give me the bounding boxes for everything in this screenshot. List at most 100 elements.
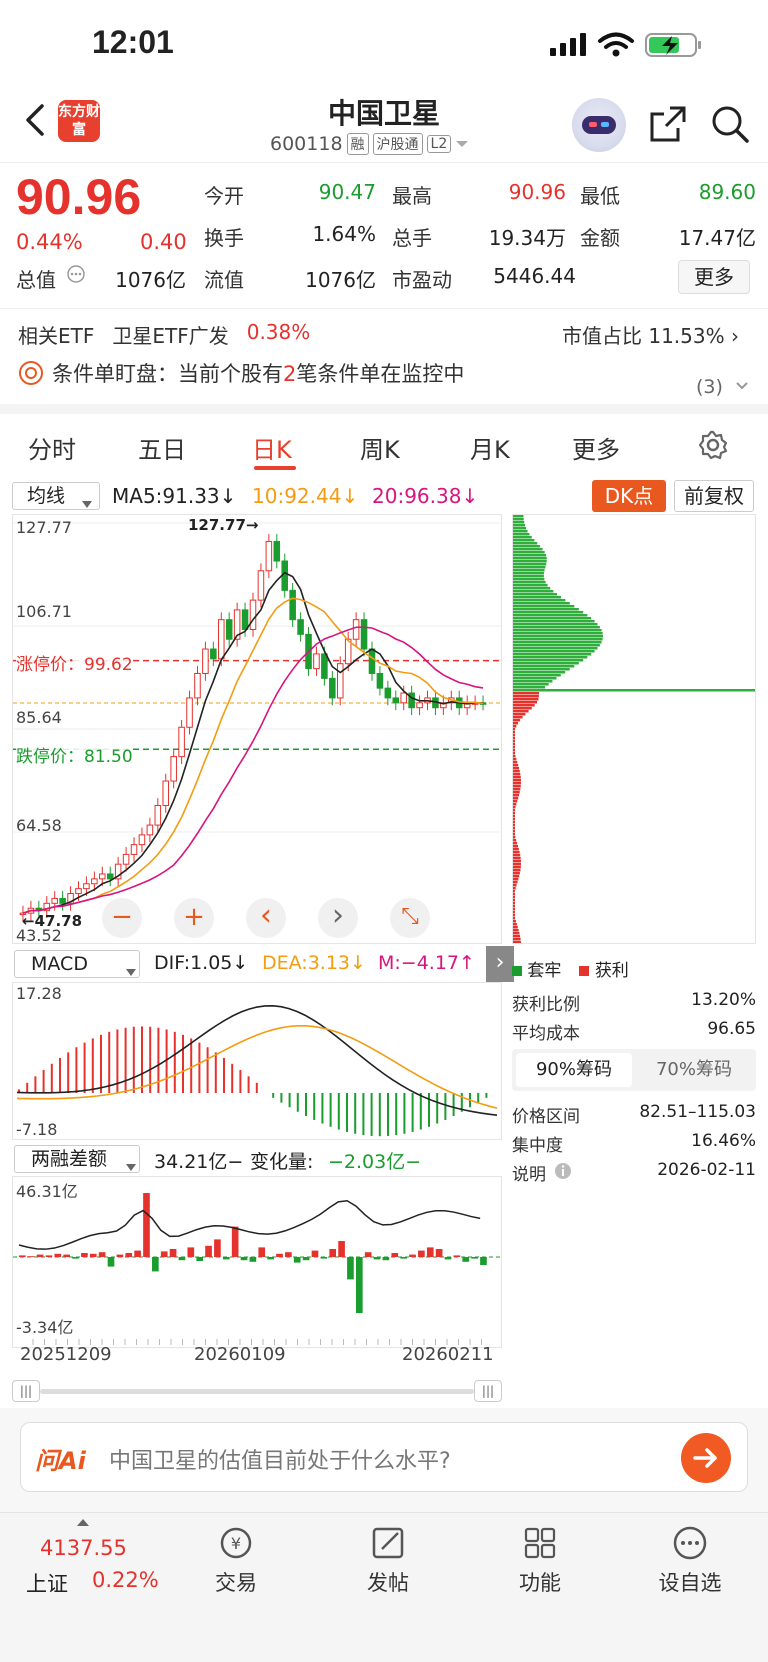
zoom-out-button[interactable]: − xyxy=(102,898,142,938)
chip-bar xyxy=(513,563,547,566)
margin-bar xyxy=(249,1257,257,1262)
ai-placeholder[interactable]: 中国卫星的估值目前处于什么水平? xyxy=(109,1443,451,1475)
search-icon[interactable] xyxy=(710,104,750,148)
ai-send-button[interactable] xyxy=(681,1433,731,1483)
margin-select[interactable]: 两融差额 xyxy=(14,1145,140,1173)
chip-bar xyxy=(513,773,521,776)
index-value[interactable]: 4137.55 xyxy=(40,1536,127,1560)
fullscreen-button[interactable]: ⤡ xyxy=(390,898,430,938)
chip-bar xyxy=(513,659,584,662)
chip-bar xyxy=(513,926,518,929)
ai-ask-bar[interactable]: 问Ai 中国卫星的估值目前处于什么水平? xyxy=(20,1422,748,1492)
chip-bar xyxy=(513,722,519,725)
chip-bar xyxy=(513,608,579,611)
chip-bar xyxy=(513,776,521,779)
margin-bar xyxy=(276,1253,283,1257)
tab-five-day[interactable]: 五日 xyxy=(138,430,186,465)
settings-icon[interactable] xyxy=(698,430,728,464)
nav-post[interactable]: 发帖 xyxy=(328,1524,448,1597)
margin-bar xyxy=(81,1253,88,1257)
share-icon[interactable] xyxy=(648,104,688,148)
margin-bar xyxy=(160,1251,168,1257)
chip-bar xyxy=(513,755,516,758)
chip-bar xyxy=(513,905,515,908)
chip-70-tab[interactable]: 70%筹码 xyxy=(636,1053,752,1087)
nav-function[interactable]: 功能 xyxy=(480,1524,600,1597)
chip-bar xyxy=(513,533,530,536)
macd-chart[interactable] xyxy=(12,982,502,1140)
zoom-in-button[interactable]: + xyxy=(174,898,214,938)
macd-bottom-label: -7.18 xyxy=(16,1120,58,1139)
mcap-share[interactable]: 市值占比 11.53% › xyxy=(562,320,739,349)
range-handle-left[interactable]: ||| xyxy=(12,1380,40,1402)
index-name[interactable]: 上证 xyxy=(26,1568,68,1598)
chip-bar xyxy=(513,641,602,644)
adjust-button[interactable]: 前复权 xyxy=(674,480,754,512)
expand-panel-button[interactable]: › xyxy=(486,946,514,982)
quote-label: 最高 xyxy=(392,184,432,208)
margin-chart[interactable] xyxy=(12,1176,502,1348)
chip-distribution xyxy=(512,514,756,944)
nav-watchlist[interactable]: 设自选 xyxy=(630,1524,750,1597)
macd-select[interactable]: MACD xyxy=(14,950,140,978)
margin-bar xyxy=(462,1257,470,1262)
margin-canvas xyxy=(13,1193,501,1345)
condition-row[interactable]: 条件单盯盘：当前个股有2笔条件单在监控中 xyxy=(18,358,464,388)
margin-change-value: −2.03亿− xyxy=(328,1151,422,1173)
tab-monthly-k[interactable]: 月K xyxy=(470,430,510,465)
condition-prefix: 条件单盯盘：当前个股有 xyxy=(52,362,283,386)
margin-bar xyxy=(89,1253,97,1257)
pan-right-button[interactable]: › xyxy=(318,898,358,938)
dk-point-button[interactable]: DK点 xyxy=(592,480,666,512)
margin-bar xyxy=(222,1257,230,1260)
candle-body xyxy=(194,672,201,699)
tab-intraday[interactable]: 分时 xyxy=(28,430,76,465)
price-range-label: 价格区间 xyxy=(512,1107,580,1127)
chip-bar xyxy=(513,623,598,626)
chip-bar xyxy=(513,557,547,560)
chevron-down-icon[interactable] xyxy=(735,378,749,397)
info-icon[interactable] xyxy=(554,1162,572,1184)
info-icon[interactable] xyxy=(66,264,86,288)
quote-label: 最低 xyxy=(580,184,620,208)
candle-body xyxy=(265,540,273,572)
margin-bar xyxy=(453,1255,461,1257)
tab-weekly-k[interactable]: 周K xyxy=(360,430,400,465)
kline-chart[interactable] xyxy=(12,514,502,944)
nav-trade[interactable]: ¥ 交易 xyxy=(176,1524,296,1597)
tab-daily-k[interactable]: 日K xyxy=(252,430,292,465)
chip-bar xyxy=(513,701,538,704)
assistant-avatar[interactable] xyxy=(572,98,626,152)
range-handle-right[interactable]: ||| xyxy=(474,1380,502,1402)
candle-body xyxy=(154,805,162,826)
candle-body xyxy=(59,897,66,904)
chip-bar xyxy=(513,932,520,935)
margin-bar xyxy=(426,1247,434,1257)
chip-bar xyxy=(513,848,519,851)
range-scrollbar[interactable]: ||| ||| xyxy=(12,1376,502,1406)
condition-badge[interactable]: (3) xyxy=(696,376,723,398)
signal-icon xyxy=(550,33,586,56)
more-button[interactable]: 更多 xyxy=(678,260,750,294)
macd-m: M:−4.17↑ xyxy=(378,952,475,974)
pan-left-button[interactable]: ‹ xyxy=(246,898,286,938)
chip-bar xyxy=(513,806,516,809)
status-icons xyxy=(550,30,710,64)
chip-90-tab[interactable]: 90%筹码 xyxy=(516,1053,632,1087)
margin-bar xyxy=(54,1253,62,1257)
chevron-right-icon: › xyxy=(730,324,739,348)
candle-body xyxy=(352,619,360,640)
chip-bar xyxy=(513,647,598,650)
margin-bar xyxy=(302,1257,310,1261)
margin-bar xyxy=(240,1257,248,1261)
index-pct[interactable]: 0.22% xyxy=(92,1568,159,1592)
chip-bar xyxy=(513,875,520,878)
chip-bar xyxy=(513,632,603,635)
tab-more[interactable]: 更多 xyxy=(572,430,620,465)
chip-bar xyxy=(513,752,515,755)
chip-bar xyxy=(513,569,545,572)
total-value-label: 总值 xyxy=(16,268,56,292)
tag-margin: 融 xyxy=(346,133,369,155)
etf-row[interactable]: 相关ETF 卫星ETF广发 0.38% xyxy=(18,320,310,349)
grid-icon xyxy=(524,1527,556,1559)
